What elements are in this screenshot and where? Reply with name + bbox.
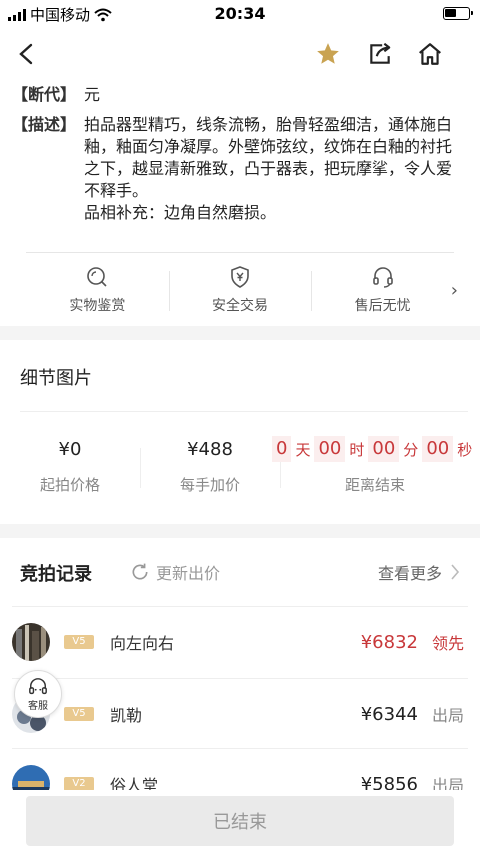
bid-records-title: 竞拍记录 xyxy=(20,564,92,585)
chevron-right-icon xyxy=(451,564,460,580)
bid-row[interactable]: V5 凯勒 ¥6344 出局 xyxy=(12,684,468,744)
star-icon xyxy=(317,43,339,64)
search-icon xyxy=(87,267,107,287)
countdown-hours: 00 xyxy=(314,436,346,462)
status-bar: 中国移动 20:34 xyxy=(0,0,480,28)
increment-block: ¥488 每手加价 xyxy=(160,430,260,495)
home-button[interactable] xyxy=(414,38,446,70)
auction-price-info: ¥0 起拍价格 ¥488 每手加价 0 天 00 时 00 分 00 秒 距离结… xyxy=(0,430,480,510)
divider xyxy=(140,448,141,488)
countdown-minutes: 00 xyxy=(368,436,400,462)
battery-icon xyxy=(443,7,473,20)
countdown-block: 0 天 00 时 00 分 00 秒 距离结束 xyxy=(270,430,480,495)
era-key: 【断代】 xyxy=(12,85,77,104)
headset-icon xyxy=(372,267,393,288)
countdown-day-unit: 天 xyxy=(295,440,311,459)
era-row: 【断代】 元 xyxy=(12,84,452,106)
nav-bar xyxy=(0,30,480,78)
bid-price: ¥6832 xyxy=(360,631,418,653)
guarantee-label: 安全交易 xyxy=(212,298,268,314)
countdown-seconds: 00 xyxy=(422,436,454,462)
home-icon xyxy=(419,43,441,65)
bidder-name: 凯勒 xyxy=(110,706,143,725)
share-button[interactable] xyxy=(364,38,396,70)
description-key: 【描述】 xyxy=(12,115,77,134)
guarantee-bar[interactable]: 实物鉴赏 安全交易 售后无忧 xyxy=(26,252,454,326)
countdown-days: 0 xyxy=(272,436,292,462)
refresh-bids-button[interactable]: 更新出价 xyxy=(130,560,220,584)
countdown-label: 距离结束 xyxy=(344,476,405,494)
guarantee-item-aftersale[interactable]: 售后无忧 xyxy=(311,253,454,326)
refresh-label: 更新出价 xyxy=(156,564,221,583)
start-price-block: ¥0 起拍价格 xyxy=(20,430,120,495)
favorite-button[interactable] xyxy=(312,38,344,70)
shield-yen-icon xyxy=(231,266,249,288)
countdown-second-unit: 秒 xyxy=(457,440,473,459)
refresh-icon xyxy=(132,563,148,580)
view-more-label: 查看更多 xyxy=(377,564,442,583)
divider xyxy=(12,606,468,607)
start-price-label: 起拍价格 xyxy=(39,476,100,494)
chevron-right-icon[interactable]: › xyxy=(451,280,458,301)
divider xyxy=(12,678,468,679)
countdown-hour-unit: 时 xyxy=(349,440,365,459)
item-description: 【断代】 元 【描述】 拍品器型精巧，线条流畅，胎骨轻盈细洁，通体施白釉，釉面匀… xyxy=(12,84,452,232)
headset-icon xyxy=(29,677,47,694)
increment-label: 每手加价 xyxy=(179,476,240,494)
customer-service-button[interactable]: 客服 xyxy=(14,670,62,718)
countdown-minute-unit: 分 xyxy=(403,440,419,459)
increment-value: ¥488 xyxy=(187,439,233,460)
section-divider xyxy=(0,524,480,538)
guarantee-label: 实物鉴赏 xyxy=(69,298,126,314)
countdown-timer: 0 天 00 时 00 分 00 秒 xyxy=(270,430,480,468)
guarantee-item-secure[interactable]: 安全交易 xyxy=(168,253,312,326)
auction-detail-page: 中国移动 20:34 【断代】 元 【描述】 拍品器型精巧，线条流畅，胎骨轻盈细… xyxy=(0,0,480,854)
back-arrow-icon xyxy=(19,43,33,65)
bidder-name: 向左向右 xyxy=(110,634,175,653)
user-level-badge: V5 xyxy=(64,707,94,721)
user-level-badge: V2 xyxy=(64,777,94,791)
condition-note: 品相补充：边角自然磨损。 xyxy=(84,203,277,222)
era-value: 元 xyxy=(84,85,101,104)
service-label: 客服 xyxy=(28,700,48,712)
description-row: 【描述】 拍品器型精巧，线条流畅，胎骨轻盈细洁，通体施白釉，釉面匀净凝厚。外壁饰… xyxy=(12,114,452,224)
auction-ended-button[interactable]: 已结束 xyxy=(26,796,454,846)
divider xyxy=(20,411,468,412)
bid-price: ¥6344 xyxy=(360,703,418,725)
start-price-value: ¥0 xyxy=(58,439,82,460)
back-button[interactable] xyxy=(10,38,42,70)
bid-row[interactable]: V5 向左向右 ¥6832 领先 xyxy=(12,612,468,672)
guarantee-item-appraisal[interactable]: 实物鉴赏 xyxy=(26,253,169,326)
user-level-badge: V5 xyxy=(64,635,94,649)
avatar xyxy=(12,623,50,661)
guarantee-label: 售后无忧 xyxy=(354,298,411,314)
bid-records-header: 竞拍记录 更新出价 查看更多 xyxy=(20,556,460,590)
share-icon xyxy=(370,42,391,64)
section-divider xyxy=(0,326,480,340)
detail-images-title: 细节图片 xyxy=(20,368,92,389)
clock: 20:34 xyxy=(214,4,266,23)
divider xyxy=(12,748,468,749)
description-text: 拍品器型精巧，线条流畅，胎骨轻盈细洁，通体施白釉，釉面匀净凝厚。外壁饰弦纹，纹饰… xyxy=(84,115,453,200)
bid-status: 出局 xyxy=(432,706,465,725)
view-more-link[interactable]: 查看更多 xyxy=(378,560,460,584)
bid-status: 领先 xyxy=(432,634,465,653)
